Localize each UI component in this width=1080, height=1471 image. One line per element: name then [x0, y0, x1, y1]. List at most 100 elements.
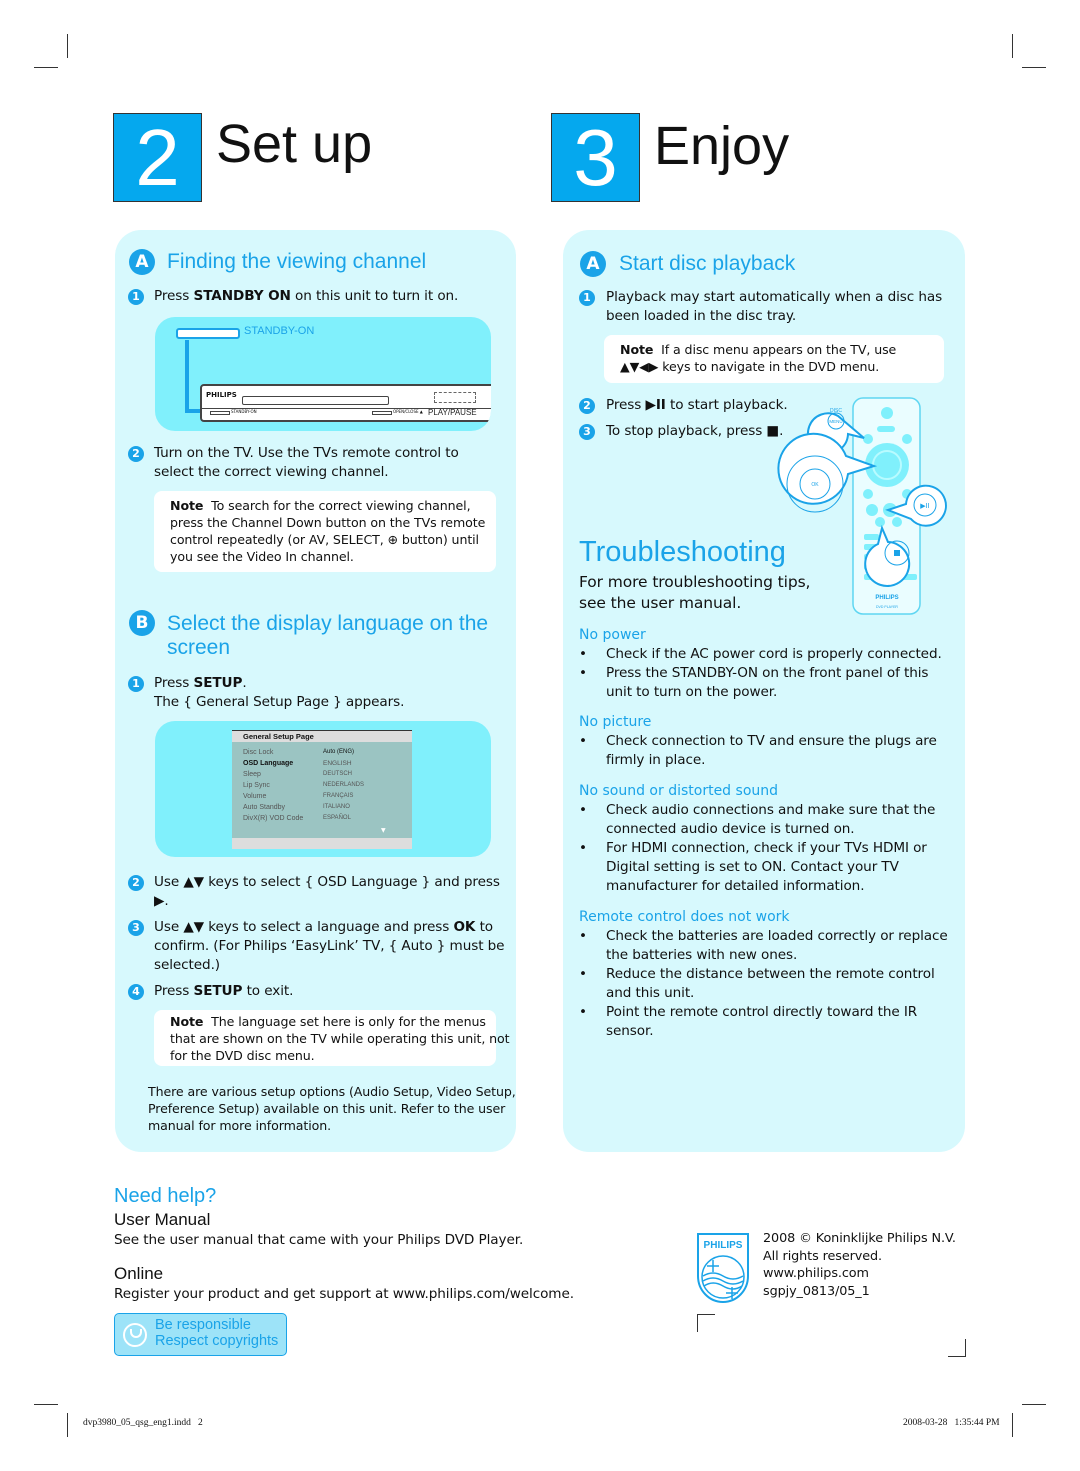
- bullet-icon: •: [579, 1004, 588, 1020]
- setup-menu-title: General Setup Page: [232, 731, 412, 742]
- menu-item[interactable]: Disc Lock: [243, 747, 303, 758]
- troubleshooting-heading: No picture: [579, 714, 652, 730]
- section-title: Start disc playback: [619, 252, 796, 275]
- menu-item[interactable]: Auto Standby: [243, 802, 303, 813]
- bullet-icon: •: [579, 646, 588, 662]
- step-number: 2: [128, 875, 144, 891]
- step-number: 1: [579, 290, 595, 306]
- step-text: Use ▲▼ keys to select { OSD Language } a…: [154, 874, 500, 909]
- menu-value[interactable]: ENGLISH: [323, 758, 364, 769]
- bullet-text: Reduce the distance between the remote c…: [606, 966, 935, 1001]
- menu-item[interactable]: DivX(R) VOD Code: [243, 813, 303, 824]
- step-number: 1: [128, 676, 144, 692]
- bullet-text: Check audio connections and make sure th…: [606, 802, 936, 837]
- user-manual-text: See the user manual that came with your …: [114, 1232, 524, 1248]
- section-badge-a: A: [129, 249, 155, 275]
- section-number-enjoy: 3: [551, 113, 640, 202]
- bullet-text: Check connection to TV and ensure the pl…: [606, 733, 937, 768]
- troubleshooting-title: Troubleshooting: [579, 536, 786, 568]
- print-timestamp: 2008-03-28 1:35:44 PM: [903, 1418, 1000, 1428]
- step-number: 2: [128, 446, 144, 462]
- small-label: STANDBY-ON: [231, 409, 257, 414]
- remote-model: DVD PLAYER: [876, 605, 898, 609]
- philips-logo: PHILIPS: [697, 1233, 749, 1303]
- menu-item-selected[interactable]: OSD Language: [243, 758, 303, 769]
- copyright-badge-text: Be responsible Respect copyrights: [155, 1317, 279, 1349]
- section-title: Select the display language on the screen: [167, 612, 489, 659]
- step-number: 2: [579, 398, 595, 414]
- troubleshooting-heading: No sound or distorted sound: [579, 783, 779, 799]
- bullet-text: Press the STANDBY-ON on the front panel …: [606, 665, 929, 700]
- bullet-text: Check the batteries are loaded correctly…: [606, 928, 948, 963]
- setup-menu-screen: General Setup Page Disc Lock OSD Languag…: [232, 730, 412, 849]
- disc-label: DISC: [830, 408, 842, 414]
- brand-label: PHILIPS: [206, 391, 237, 399]
- troubleshooting-heading: Remote control does not work: [579, 909, 790, 925]
- section-title: Finding the viewing channel: [167, 250, 427, 273]
- note-label: Note: [170, 1014, 204, 1029]
- step-text: Press ▶II to start playback.: [606, 397, 788, 413]
- corner-mark: [965, 1339, 966, 1357]
- bullet-text: Check if the AC power cord is properly c…: [606, 646, 942, 662]
- copyright-badge: Be responsible Respect copyrights: [114, 1313, 287, 1356]
- page-title-enjoy: Enjoy: [654, 116, 790, 176]
- corner-mark: [697, 1314, 698, 1332]
- remote-brand: PHILIPS: [875, 595, 898, 601]
- menu-value[interactable]: Auto (ENG): [323, 747, 364, 758]
- bullet-icon: •: [579, 840, 588, 856]
- troubleshooting-intro: For more troubleshooting tips, see the us…: [579, 573, 811, 612]
- menu-item[interactable]: Sleep: [243, 769, 303, 780]
- page-title-setup: Set up: [216, 114, 373, 174]
- ok-label: OK: [811, 482, 819, 488]
- setup-footer-text: There are various setup options (Audio S…: [148, 1084, 516, 1133]
- menu-item[interactable]: Volume: [243, 791, 303, 802]
- note-box: Note To search for the correct viewing c…: [154, 491, 496, 572]
- menu-value[interactable]: FRANÇAIS: [323, 791, 364, 802]
- menu-label: MENU: [829, 419, 842, 424]
- step-number: 1: [128, 289, 144, 305]
- step-number: 4: [128, 984, 144, 1000]
- corner-mark: [948, 1356, 966, 1357]
- crop-mark: [67, 34, 68, 58]
- step-text: To stop playback, press ■.: [606, 423, 784, 439]
- menu-value[interactable]: ESPAÑOL: [323, 813, 364, 824]
- crop-mark: [1012, 34, 1013, 58]
- troubleshooting-heading: No power: [579, 627, 646, 643]
- play-pause-glyph: ▶II: [920, 502, 930, 510]
- step-text: Press SETUP. The { General Setup Page } a…: [154, 675, 405, 710]
- menu-value[interactable]: ITALIANO: [323, 802, 364, 813]
- step-number: 3: [579, 424, 595, 440]
- note-label: Note: [170, 498, 204, 513]
- menu-item[interactable]: Lip Sync: [243, 780, 303, 791]
- note-label: Note: [620, 342, 654, 357]
- help-title: Need help?: [114, 1185, 217, 1207]
- section-badge-a: A: [580, 251, 606, 277]
- dvd-player-illustration: STANDBY-ON PHILIPS STANDBY-ON OPEN/CLOSE…: [155, 317, 491, 431]
- corner-mark: [697, 1314, 715, 1315]
- user-manual-heading: User Manual: [114, 1210, 211, 1229]
- stop-glyph: [894, 550, 900, 556]
- bullet-icon: •: [579, 966, 588, 982]
- disc-tray: [242, 396, 389, 405]
- small-label: OPEN/CLOSE ▲: [393, 409, 423, 414]
- open-close-button: [372, 411, 392, 415]
- standby-label: STANDBY-ON: [244, 325, 315, 337]
- menu-footer: [232, 838, 412, 849]
- bullet-text: For HDMI connection, check if your TVs H…: [606, 840, 927, 894]
- step-text: Press STANDBY ON on this unit to turn it…: [154, 288, 459, 304]
- step-number: 3: [128, 920, 144, 936]
- dvd-player: PHILIPS STANDBY-ON OPEN/CLOSE ▲ PLAY/PAU…: [200, 384, 491, 422]
- bullet-icon: •: [579, 733, 588, 749]
- small-label: PLAY/PAUSE: [428, 408, 477, 417]
- menu-value[interactable]: DEUTSCH: [323, 769, 364, 780]
- step-text: Press SETUP to exit.: [154, 983, 294, 999]
- bullet-text: Point the remote control directly toward…: [606, 1004, 918, 1039]
- standby-button-callout: [176, 328, 240, 339]
- legal-text: 2008 © Koninklijke Philips N.V. All right…: [763, 1231, 956, 1299]
- svg-text:PHILIPS: PHILIPS: [704, 1240, 743, 1251]
- scroll-down-icon: ▼: [381, 827, 386, 834]
- menu-value[interactable]: NEDERLANDS: [323, 780, 364, 791]
- bullet-icon: •: [579, 665, 588, 681]
- crop-mark: [1022, 1404, 1046, 1405]
- bullet-icon: •: [579, 928, 588, 944]
